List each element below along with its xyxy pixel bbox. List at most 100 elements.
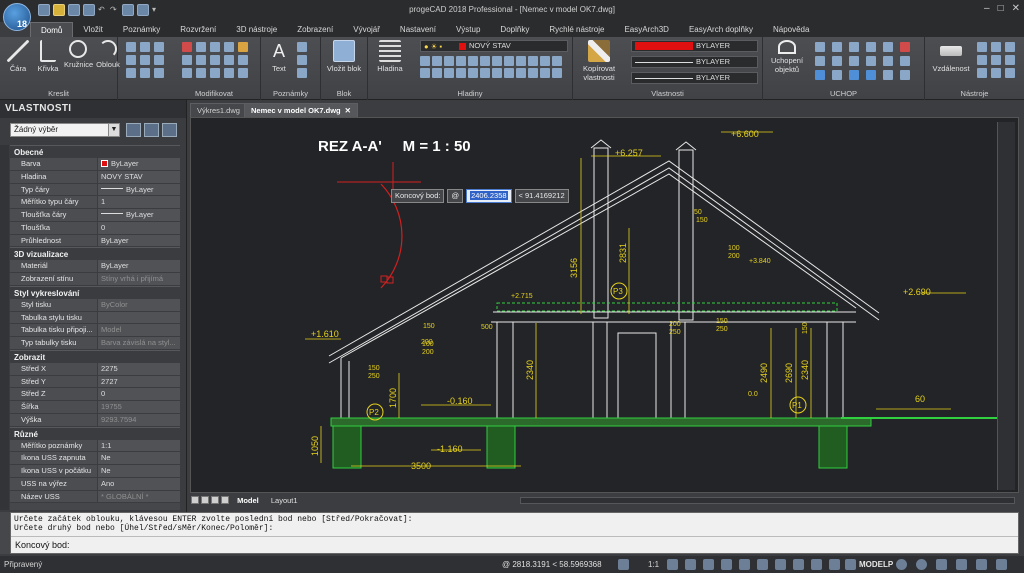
grid-icon[interactable] xyxy=(685,559,696,570)
table-icon[interactable] xyxy=(297,68,307,78)
object-snap-button[interactable]: Uchopení objektů xyxy=(767,40,807,74)
command-prompt[interactable]: Koncový bod: xyxy=(15,540,70,550)
property-value[interactable]: ByLayer xyxy=(98,260,180,272)
property-row[interactable]: Typ tabulky tisku Barva závislá na styl..… xyxy=(10,337,180,350)
property-row[interactable]: Průhlednost ByLayer xyxy=(10,234,180,248)
isolate-icon[interactable] xyxy=(956,559,967,570)
layer-dropdown[interactable]: ● ☀ ▪ NOVÝ STAV xyxy=(420,40,568,52)
property-value[interactable]: ByColor xyxy=(98,298,180,311)
layer-tool-icon[interactable] xyxy=(444,56,454,66)
property-value[interactable]: 9293.7594 xyxy=(98,413,180,426)
tab-ribbon[interactable]: Nastavení xyxy=(390,22,446,37)
tab-ribbon[interactable]: Výstup xyxy=(446,22,490,37)
layer-tool-icon[interactable] xyxy=(504,68,514,78)
snap-mode-icon[interactable] xyxy=(866,70,876,80)
layer-button[interactable]: Hladina xyxy=(376,40,404,73)
array-icon[interactable] xyxy=(210,68,220,78)
snap-mode-icon[interactable] xyxy=(815,42,825,52)
lineweight-icon[interactable] xyxy=(775,559,786,570)
tool-icon[interactable] xyxy=(1005,55,1015,65)
snap-mode-icon[interactable] xyxy=(866,56,876,66)
panel-scrollbar[interactable] xyxy=(0,145,9,510)
property-row[interactable]: Tabulka stylu tisku xyxy=(10,311,180,325)
erase-icon[interactable] xyxy=(238,42,248,52)
tab-model[interactable]: Model xyxy=(232,494,264,507)
property-row[interactable]: Střed X 2275 xyxy=(10,362,180,376)
polar-icon[interactable] xyxy=(721,559,732,570)
app-logo[interactable]: 18 xyxy=(3,3,31,31)
property-row[interactable]: Hladina NOVY STAV xyxy=(10,170,180,184)
close-icon[interactable]: ✕ xyxy=(345,106,351,115)
linetype-dropdown[interactable]: BYLAYER xyxy=(631,56,758,68)
layer-tool-icon[interactable] xyxy=(420,56,430,66)
property-value[interactable]: Model xyxy=(98,324,180,336)
command-line[interactable]: Určete začátek oblouku, klávesou ENTER z… xyxy=(10,512,1019,554)
last-tab-icon[interactable] xyxy=(221,496,229,504)
property-row[interactable]: Ikona USS v počátku Ne xyxy=(10,465,180,478)
property-value[interactable]: Ne xyxy=(98,452,180,464)
property-value[interactable] xyxy=(98,311,180,324)
layer-tool-icon[interactable] xyxy=(516,68,526,78)
property-value[interactable]: 0 xyxy=(98,388,180,400)
property-value[interactable]: 2727 xyxy=(98,375,180,388)
move-icon[interactable] xyxy=(182,42,192,52)
next-tab-icon[interactable] xyxy=(211,496,219,504)
relative-toggle[interactable]: @ xyxy=(447,189,464,203)
property-row[interactable]: Typ čáry ByLayer xyxy=(10,183,180,197)
region-icon[interactable] xyxy=(140,68,150,78)
select-objects-icon[interactable] xyxy=(144,123,159,137)
property-row[interactable]: Název USS * GLOBÁLNÍ * xyxy=(10,490,180,504)
point-icon[interactable] xyxy=(140,55,150,65)
maximize-icon[interactable]: □ xyxy=(998,3,1004,14)
distance-button[interactable]: Vzdálenost xyxy=(931,40,971,73)
polyline-button[interactable]: Křivka xyxy=(34,40,62,73)
layer-tool-icon[interactable] xyxy=(540,56,550,66)
property-section-header[interactable]: Styl vykreslování xyxy=(10,285,180,299)
gear-icon[interactable] xyxy=(896,559,907,570)
property-value[interactable]: ByLayer xyxy=(98,234,180,247)
tab-ribbon[interactable]: Rozvržení xyxy=(170,22,226,37)
property-section-header[interactable]: Zobrazit xyxy=(10,349,180,363)
rotate-icon[interactable] xyxy=(196,42,206,52)
tab-ribbon[interactable]: EasyArch3D xyxy=(614,22,678,37)
tab-layout1[interactable]: Layout1 xyxy=(266,494,303,507)
property-row[interactable]: Střed Z0 xyxy=(10,388,180,401)
model-space-toggle[interactable]: MODELP xyxy=(859,556,893,573)
layer-tool-icon[interactable] xyxy=(456,68,466,78)
snap-mode-icon[interactable] xyxy=(900,70,910,80)
chamfer-icon[interactable] xyxy=(224,55,234,65)
clock-icon[interactable] xyxy=(916,559,927,570)
leader-icon[interactable] xyxy=(297,55,307,65)
layer-tool-icon[interactable] xyxy=(552,68,562,78)
property-value[interactable]: 1 xyxy=(98,196,180,208)
property-value[interactable]: * GLOBÁLNÍ * xyxy=(98,490,180,503)
property-row[interactable]: Tloušťka 0 xyxy=(10,221,180,235)
property-value[interactable]: ByLayer xyxy=(98,183,180,196)
lineweight-dropdown[interactable]: BYLAYER xyxy=(631,72,758,84)
snap-mode-icon[interactable] xyxy=(883,56,893,66)
close-icon[interactable]: ✕ xyxy=(1012,3,1020,14)
tool-icon[interactable] xyxy=(977,42,987,52)
pickadd-icon[interactable] xyxy=(162,123,177,137)
tab-home[interactable]: Domů xyxy=(30,22,74,37)
fillet-icon[interactable] xyxy=(210,55,220,65)
property-value[interactable]: 0 xyxy=(98,221,180,234)
doc-tab-active[interactable]: Nemec v model OK7.dwg ✕ xyxy=(244,103,358,117)
tool-icon[interactable] xyxy=(991,55,1001,65)
dynamic-input-icon[interactable] xyxy=(811,559,822,570)
property-row[interactable]: Měřítko typu čáry 1 xyxy=(10,196,180,209)
extend-icon[interactable] xyxy=(224,42,234,52)
layer-tool-icon[interactable] xyxy=(528,56,538,66)
property-row[interactable]: USS na výřez Ano xyxy=(10,477,180,491)
property-row[interactable]: Ikona USS zapnuta Ne xyxy=(10,452,180,465)
property-row[interactable]: Tloušťka čáry ByLayer xyxy=(10,209,180,222)
layer-tool-icon[interactable] xyxy=(528,68,538,78)
snap-mode-icon[interactable] xyxy=(883,42,893,52)
tab-ribbon[interactable]: 3D nástroje xyxy=(226,22,287,37)
tool-icon[interactable] xyxy=(1005,42,1015,52)
arc-button[interactable]: Oblouk xyxy=(94,40,122,69)
insert-block-button[interactable]: Vložit blok xyxy=(325,40,363,73)
property-section-header[interactable]: 3D vizualizace xyxy=(10,247,180,261)
line-button[interactable]: Čára xyxy=(4,40,32,73)
circle-button[interactable]: Kružnice xyxy=(64,40,93,69)
